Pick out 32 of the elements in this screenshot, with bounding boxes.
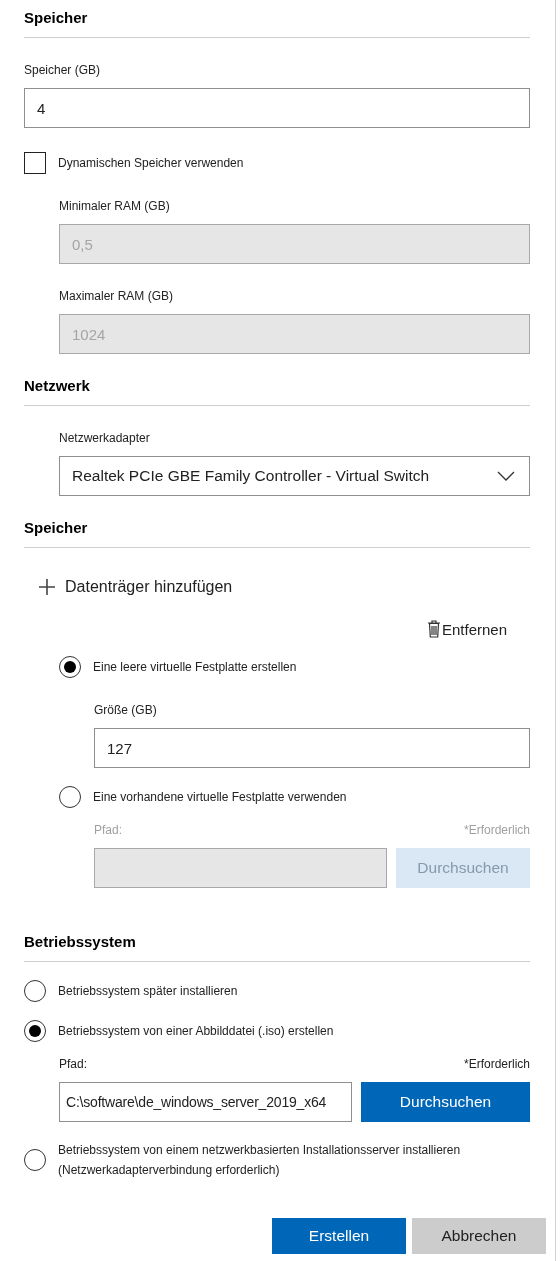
checkbox-label: Dynamischen Speicher verwenden (58, 155, 244, 172)
input-field[interactable]: 127 (94, 728, 530, 768)
trash-icon (426, 620, 441, 638)
required-note: *Erforderlich (463, 1056, 530, 1072)
section-heading: Netzwerk (24, 368, 530, 406)
section-heading: Betriebssystem (24, 924, 530, 962)
add-disk-link[interactable]: Datenträger hinzufügen (38, 578, 233, 596)
section-heading: Speicher (24, 510, 530, 548)
field-label: Maximaler RAM (GB) (59, 288, 174, 304)
radio-label: Betriebssystem später installieren (58, 983, 238, 1000)
radio-label: Eine leere virtuelle Festplatte erstellen (93, 659, 297, 676)
field-label: Pfad: (94, 822, 123, 838)
chevron-down-icon (497, 471, 515, 481)
field-label: Netzwerkadapter (59, 430, 151, 446)
remove-link[interactable]: Entfernen (426, 620, 507, 638)
create-button[interactable]: Erstellen (272, 1218, 406, 1254)
checkbox[interactable] (24, 152, 46, 174)
required-note: *Erforderlich (463, 822, 530, 838)
plus-icon (38, 578, 56, 596)
radio-label: Eine vorhandene virtuelle Festplatte verwenden (93, 789, 347, 806)
browse-button[interactable]: Durchsuchen (361, 1082, 530, 1122)
radio-label: Betriebssystem von einer Abbilddatei (.iso) erstellen (58, 1023, 334, 1040)
dropdown[interactable]: Realtek PCIe GBE Family Controller - Virtual Switch (59, 456, 530, 496)
field-label: Pfad: (59, 1056, 88, 1072)
field-label: Minimaler RAM (GB) (59, 198, 171, 214)
field-label: Speicher (GB) (24, 62, 102, 78)
path-field[interactable]: C:\software\de_windows_server_2019_x64 (59, 1082, 352, 1122)
input-field[interactable]: 4 (24, 88, 530, 128)
section-heading: Speicher (24, 0, 530, 38)
cancel-button[interactable]: Abbrechen (412, 1218, 546, 1254)
radio-label: Betriebssystem von einem netzwerkbasierten Installationsserver installieren (Netzwerkadapterverbindung erforderlich) (58, 1142, 462, 1179)
field-label: Größe (GB) (94, 702, 158, 718)
